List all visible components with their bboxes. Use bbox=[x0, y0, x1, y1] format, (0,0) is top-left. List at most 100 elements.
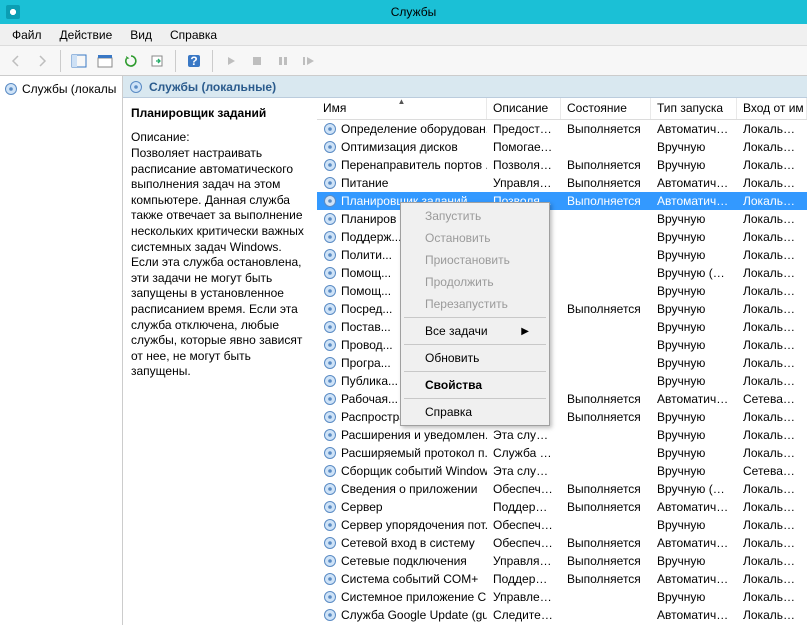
cell-name: Система событий COM+ bbox=[317, 572, 487, 586]
service-row[interactable]: Полити...ВручнуюЛокальная bbox=[317, 246, 807, 264]
cell-name: Оптимизация дисков bbox=[317, 140, 487, 154]
services-list: Имя▲ Описание Состояние Тип запуска Вход… bbox=[317, 98, 807, 625]
cell-startup: Вручную (ак... bbox=[651, 482, 737, 496]
context-item[interactable]: Все задачи▶ bbox=[403, 320, 547, 342]
cell-logon: Локальная bbox=[737, 212, 807, 226]
context-item[interactable]: Свойства bbox=[403, 374, 547, 396]
stop-service-button[interactable] bbox=[245, 49, 269, 73]
service-row[interactable]: Помощ...Вручную (ак...Локальная bbox=[317, 264, 807, 282]
gear-icon bbox=[4, 82, 18, 96]
service-row[interactable]: Сервер упорядочения пот...Обеспечи...Вру… bbox=[317, 516, 807, 534]
cell-description: Поддержи... bbox=[487, 500, 561, 514]
cell-status: Выполняется bbox=[561, 158, 651, 172]
col-status[interactable]: Состояние bbox=[561, 98, 651, 119]
restart-service-button[interactable] bbox=[297, 49, 321, 73]
service-row[interactable]: Распространение сертифи...Копирует ...Вы… bbox=[317, 408, 807, 426]
cell-startup: Вручную bbox=[651, 374, 737, 388]
tree-node-services[interactable]: Службы (локалы bbox=[2, 80, 120, 98]
service-row[interactable]: Програ...ВручнуюЛокальная bbox=[317, 354, 807, 372]
cell-status: Выполняется bbox=[561, 302, 651, 316]
cell-name: Сервер bbox=[317, 500, 487, 514]
cell-status: Выполняется bbox=[561, 500, 651, 514]
col-name[interactable]: Имя▲ bbox=[317, 98, 487, 119]
service-row[interactable]: Посред...ВыполняетсяВручнуюЛокальная bbox=[317, 300, 807, 318]
service-row[interactable]: Постав...ВручнуюЛокальная bbox=[317, 318, 807, 336]
cell-startup: Автоматиче... bbox=[651, 122, 737, 136]
description-label: Описание: bbox=[131, 130, 309, 144]
help-button[interactable]: ? bbox=[182, 49, 206, 73]
service-row[interactable]: Сетевые подключенияУправляет...Выполняет… bbox=[317, 552, 807, 570]
context-item[interactable]: Справка bbox=[403, 401, 547, 423]
service-row[interactable]: Планировщик заданийПозволяет...Выполняет… bbox=[317, 192, 807, 210]
cell-status: Выполняется bbox=[561, 410, 651, 424]
col-description[interactable]: Описание bbox=[487, 98, 561, 119]
service-row[interactable]: Провод...ВручнуюЛокальная bbox=[317, 336, 807, 354]
console-tree-button[interactable] bbox=[67, 49, 91, 73]
cell-logon: Локальная bbox=[737, 572, 807, 586]
svg-text:?: ? bbox=[190, 54, 197, 68]
gear-icon bbox=[129, 80, 143, 94]
start-service-button[interactable] bbox=[219, 49, 243, 73]
cell-description: Предостав... bbox=[487, 122, 561, 136]
cell-description: Эта служб... bbox=[487, 464, 561, 478]
cell-logon: Сетевая сл bbox=[737, 464, 807, 478]
cell-description: Позволяет... bbox=[487, 158, 561, 172]
service-row[interactable]: Публика...ВручнуюЛокальная bbox=[317, 372, 807, 390]
service-row[interactable]: Расширения и уведомлен...Эта служб...Вру… bbox=[317, 426, 807, 444]
cell-startup: Автоматиче... bbox=[651, 572, 737, 586]
menu-view[interactable]: Вид bbox=[124, 26, 158, 44]
center-header: Службы (локальные) bbox=[123, 76, 807, 98]
service-row[interactable]: ПитаниеУправляет...ВыполняетсяАвтоматиче… bbox=[317, 174, 807, 192]
cell-name: Перенаправитель портов ... bbox=[317, 158, 487, 172]
service-row[interactable]: Поддерж...ВручнуюЛокальная bbox=[317, 228, 807, 246]
export-button[interactable] bbox=[145, 49, 169, 73]
service-row[interactable]: Перенаправитель портов ...Позволяет...Вы… bbox=[317, 156, 807, 174]
properties-button[interactable] bbox=[93, 49, 117, 73]
cell-startup: Вручную bbox=[651, 590, 737, 604]
cell-name: Питание bbox=[317, 176, 487, 190]
service-row[interactable]: Сборщик событий WindowsЭта служб...Вручн… bbox=[317, 462, 807, 480]
cell-status: Выполняется bbox=[561, 176, 651, 190]
service-row[interactable]: Система событий COM+Поддержи...Выполняет… bbox=[317, 570, 807, 588]
cell-name: Сетевой вход в систему bbox=[317, 536, 487, 550]
service-row[interactable]: Сведения о приложенииОбеспечи...Выполняе… bbox=[317, 480, 807, 498]
forward-button[interactable] bbox=[30, 49, 54, 73]
service-row[interactable]: Помощ...ВручнуюЛокальная bbox=[317, 282, 807, 300]
service-row[interactable]: ПланировВручнуюЛокальная bbox=[317, 210, 807, 228]
service-row[interactable]: Расширяемый протокол п...Служба ра...Вру… bbox=[317, 444, 807, 462]
cell-startup: Вручную bbox=[651, 338, 737, 352]
cell-startup: Вручную bbox=[651, 428, 737, 442]
detail-pane: Планировщик заданий Описание: Позволяет … bbox=[123, 98, 317, 625]
service-row[interactable]: СерверПоддержи...ВыполняетсяАвтоматиче..… bbox=[317, 498, 807, 516]
description-text: Позволяет настраивать расписание автомат… bbox=[131, 146, 309, 380]
pause-service-button[interactable] bbox=[271, 49, 295, 73]
service-row[interactable]: Системное приложение C...Управлен...Вруч… bbox=[317, 588, 807, 606]
cell-name: Сведения о приложении bbox=[317, 482, 487, 496]
cell-status: Выполняется bbox=[561, 194, 651, 208]
service-row[interactable]: Оптимизация дисковПомогает ...ВручнуюЛок… bbox=[317, 138, 807, 156]
cell-logon: Локальная bbox=[737, 194, 807, 208]
service-row[interactable]: Сетевой вход в системуОбеспечи...Выполня… bbox=[317, 534, 807, 552]
service-row[interactable]: Рабочая...ВыполняетсяАвтоматиче...Сетева… bbox=[317, 390, 807, 408]
menu-file[interactable]: Файл bbox=[6, 26, 48, 44]
sort-indicator-icon: ▲ bbox=[398, 98, 406, 106]
context-item: Продолжить bbox=[403, 271, 547, 293]
cell-startup: Вручную bbox=[651, 554, 737, 568]
col-startup[interactable]: Тип запуска bbox=[651, 98, 737, 119]
context-item[interactable]: Обновить bbox=[403, 347, 547, 369]
column-headers: Имя▲ Описание Состояние Тип запуска Вход… bbox=[317, 98, 807, 120]
col-logon[interactable]: Вход от им bbox=[737, 98, 807, 119]
cell-logon: Локальная bbox=[737, 500, 807, 514]
back-button[interactable] bbox=[4, 49, 28, 73]
cell-status: Выполняется bbox=[561, 392, 651, 406]
context-item: Перезапустить bbox=[403, 293, 547, 315]
cell-logon: Локальная bbox=[737, 554, 807, 568]
cell-logon: Локальная bbox=[737, 266, 807, 280]
cell-startup: Вручную bbox=[651, 248, 737, 262]
menu-action[interactable]: Действие bbox=[54, 26, 119, 44]
refresh-button[interactable] bbox=[119, 49, 143, 73]
service-row[interactable]: Определение оборудован...Предостав...Вып… bbox=[317, 120, 807, 138]
tree-pane: Службы (локалы bbox=[0, 76, 123, 625]
service-row[interactable]: Служба Google Update (gu...Следите з...А… bbox=[317, 606, 807, 624]
menu-help[interactable]: Справка bbox=[164, 26, 223, 44]
